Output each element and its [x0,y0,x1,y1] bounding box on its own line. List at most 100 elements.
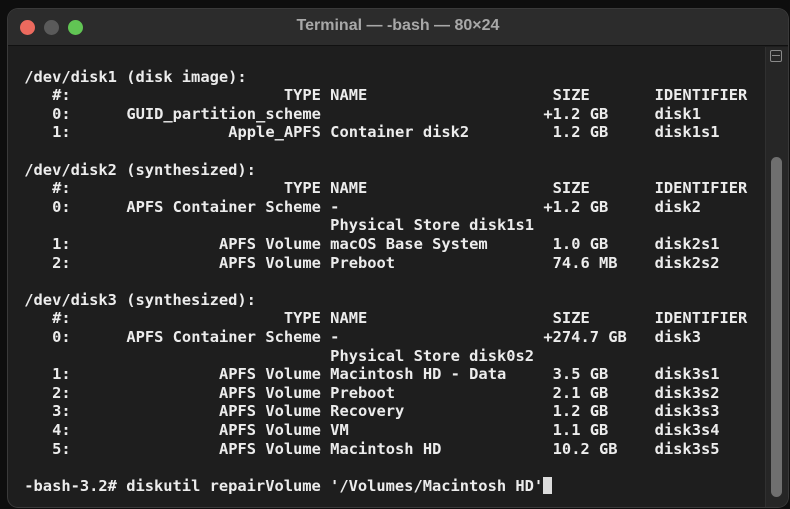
disk-title-text: /dev/disk3 (synthesized): [24,290,256,309]
header-size: SIZE [552,309,590,328]
disk-title-text: /dev/disk2 (synthesized): [24,160,256,179]
row-num: 5: [52,439,71,458]
table-row: 2: APFS Volume Preboot 2.1 GB disk3s2 [15,384,788,403]
window-title: Terminal — -bash — 80×24 [296,17,500,34]
disk-title: /dev/disk3 (synthesized): [15,291,788,310]
header-identifier: IDENTIFIER [654,179,748,198]
row-type: APFS Volume [218,420,321,439]
row-name: - [330,328,340,346]
row-num: 0: [52,328,71,346]
row-size: 10.2 GB [552,439,618,458]
scrollbar-thumb[interactable] [771,157,782,497]
table-header: #: TYPE NAME SIZE IDENTIFIER [15,86,788,105]
header-num: #: [52,179,71,198]
row-name: Container disk2 [330,123,470,142]
row-num: 3: [52,402,71,421]
row-name: Preboot [330,253,396,272]
row-size: 1.2 GB [552,402,609,421]
row-num: 2: [52,383,71,402]
table-row: 5: APFS Volume Macintosh HD 10.2 GB disk3s5 [15,440,788,459]
row-name: Macintosh HD - Data [330,365,507,384]
row-num: 4: [52,420,71,439]
table-row: 2: APFS Volume Preboot 74.6 MB disk2s2 [15,254,788,273]
header-type: TYPE [283,86,321,105]
table-row: 0: APFS Container Scheme - +274.7 GB disk3 [15,328,788,347]
row-size: 3.5 GB [552,365,609,384]
row-identifier: disk2s1 [654,235,720,254]
row-size: 1.2 GB [552,123,609,142]
disk-title: /dev/disk1 (disk image): [15,68,788,87]
header-num: #: [52,86,71,105]
row-identifier: disk3s2 [654,383,720,402]
prompt-line: -bash-3.2# diskutil repairVolume '/Volum… [15,476,788,496]
row-type: APFS Volume [218,439,321,458]
table-row: 1: Apple_APFS Container disk2 1.2 GB disk1s1 [15,123,788,142]
row-type: Apple_APFS [228,123,321,142]
header-identifier: IDENTIFIER [654,86,748,105]
split-pane-icon[interactable] [770,50,782,62]
row-num: 2: [52,253,71,272]
row-name: Macintosh HD [330,439,442,458]
header-size: SIZE [552,86,590,105]
row-identifier: disk3s4 [654,420,720,439]
row-identifier: disk1s1 [654,123,720,142]
disk-title-text: /dev/disk1 (disk image): [24,67,247,86]
row-num: 0: [52,104,71,123]
table-row: 0: GUID_partition_scheme +1.2 GB disk1 [15,105,788,124]
row-identifier: disk2 [654,197,701,216]
row-type: GUID_partition_scheme [126,104,321,123]
header-identifier: IDENTIFIER [654,309,748,328]
table-row-extra: Physical Store disk0s2 [15,347,788,366]
row-size: +274.7 GB [543,328,627,346]
row-extra: Physical Store disk1s1 [330,216,535,235]
header-num: #: [52,309,71,328]
table-row-extra: Physical Store disk1s1 [15,216,788,235]
table-header: #: TYPE NAME SIZE IDENTIFIER [15,309,788,328]
table-header: #: TYPE NAME SIZE IDENTIFIER [15,179,788,198]
row-size: +1.2 GB [543,197,609,216]
header-type: TYPE [283,179,321,198]
table-row: 0: APFS Container Scheme - +1.2 GB disk2 [15,198,788,217]
row-identifier: disk1 [654,104,701,123]
row-type: APFS Volume [218,253,321,272]
command-input[interactable]: diskutil repairVolume '/Volumes/Macintos… [126,477,543,495]
header-name: NAME [330,86,368,105]
scrollbar[interactable] [765,47,788,507]
disk-title: /dev/disk2 (synthesized): [15,161,788,180]
row-name: macOS Base System [330,235,488,254]
table-row: 1: APFS Volume Macintosh HD - Data 3.5 GB di… [15,365,788,384]
row-identifier: disk2s2 [654,253,720,272]
row-identifier: disk3s5 [654,439,720,458]
row-identifier: disk3s1 [654,365,720,384]
row-type: APFS Container Scheme [126,197,321,216]
row-size: +1.2 GB [543,104,609,123]
row-type: APFS Volume [218,235,321,254]
row-size: 2.1 GB [552,383,609,402]
row-name: - [330,197,340,216]
header-size: SIZE [552,179,590,198]
row-identifier: disk3 [654,328,701,346]
table-row: 1: APFS Volume macOS Base System 1.0 GB disk… [15,235,788,254]
terminal-window: Terminal — -bash — 80×24 /dev/disk1 (dis… [8,9,788,507]
row-num: 1: [52,365,71,384]
table-row: 3: APFS Volume Recovery 1.2 GB disk3s3 [15,402,788,421]
header-type: TYPE [283,309,321,328]
row-name: Recovery [330,402,405,421]
row-num: 0: [52,197,71,216]
row-num: 1: [52,235,71,254]
terminal-output[interactable]: /dev/disk1 (disk image): #: TYPE NAME SIZE ID… [15,68,788,496]
table-row: 4: APFS Volume VM 1.1 GB disk3s4 [15,421,788,440]
title-bar: Terminal — -bash — 80×24 [8,9,788,46]
row-num: 1: [52,123,71,142]
prompt: -bash-3.2# [24,476,127,495]
row-name: VM [330,420,349,439]
row-type: APFS Volume [218,365,321,384]
header-name: NAME [330,179,368,198]
row-type: APFS Volume [218,383,321,402]
row-type: APFS Volume [218,402,321,421]
row-size: 1.0 GB [552,235,609,254]
row-size: 74.6 MB [552,253,618,272]
